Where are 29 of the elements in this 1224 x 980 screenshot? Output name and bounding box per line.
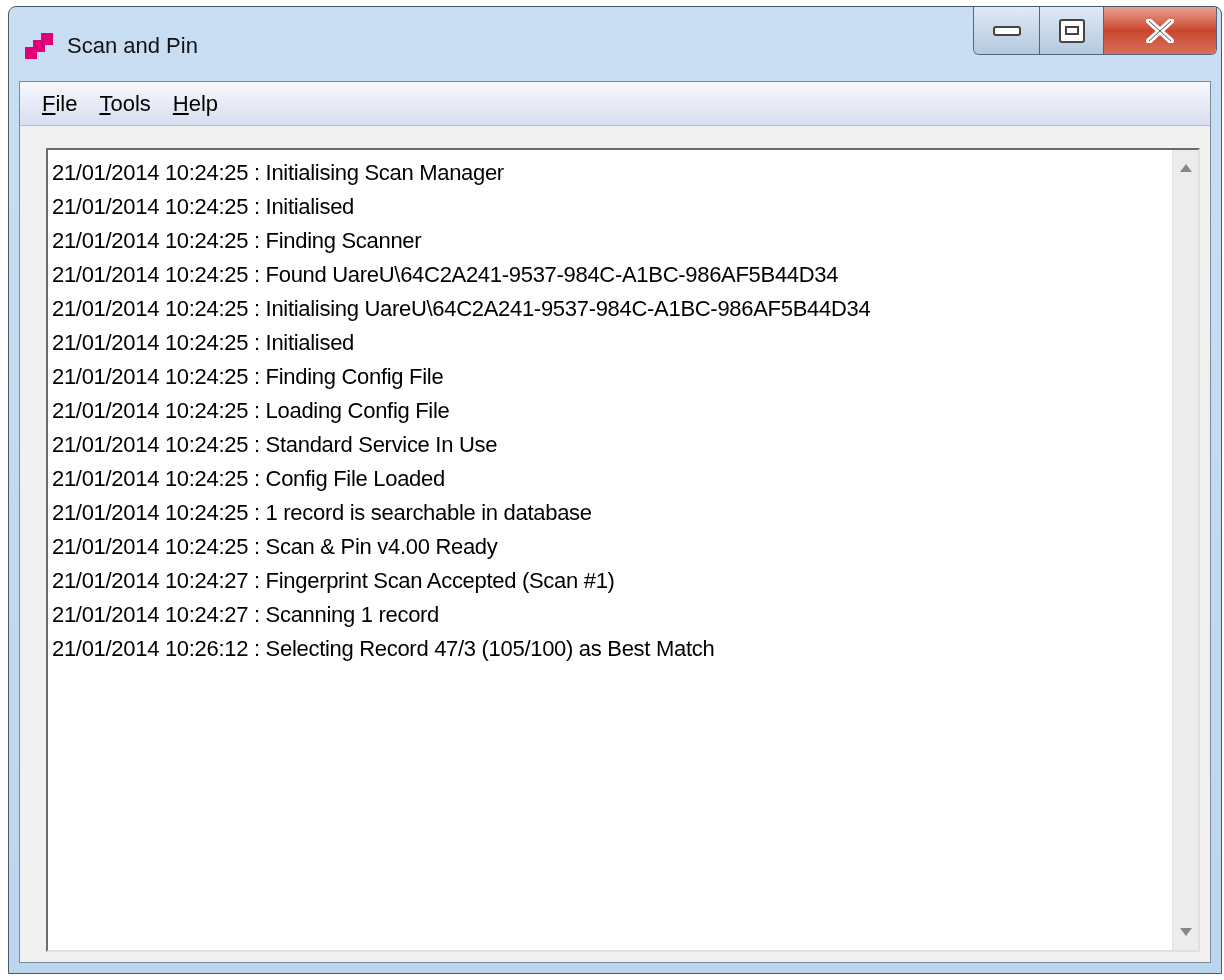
minimize-icon <box>992 25 1021 36</box>
log-line: 21/01/2014 10:24:27 : Fingerprint Scan Accepted (Scan #1) <box>52 567 615 595</box>
close-icon <box>1146 18 1174 43</box>
log-line: 21/01/2014 10:24:25 : Initialising UareU\64C2A241-9537-984C-A1BC-986AF5B44D34 <box>52 295 871 323</box>
vertical-scrollbar[interactable] <box>1172 150 1198 950</box>
app-icon <box>25 30 55 61</box>
scroll-down-icon[interactable] <box>1179 928 1192 936</box>
log-line: 21/01/2014 10:24:25 : Standard Service In Use <box>52 431 498 459</box>
maximize-button[interactable] <box>1040 7 1104 54</box>
log-line: 21/01/2014 10:24:25 : Finding Config File <box>52 363 444 391</box>
menu-item[interactable]: Help <box>172 87 219 120</box>
log-line: 21/01/2014 10:24:25 : Initialised <box>52 193 354 221</box>
log-line: 21/01/2014 10:24:25 : Initialising Scan Manager <box>52 159 504 187</box>
log-line: 21/01/2014 10:24:25 : 1 record is searchable in database <box>52 499 592 527</box>
scroll-up-icon[interactable] <box>1179 164 1192 172</box>
log-line: 21/01/2014 10:26:12 : Selecting Record 47/3 (105/100) as Best Match <box>52 635 715 663</box>
log-line: 21/01/2014 10:24:25 : Initialised <box>52 329 354 357</box>
window-title: Scan and Pin <box>67 32 198 60</box>
log-line: 21/01/2014 10:24:25 : Loading Config File <box>52 397 450 425</box>
log-line: 21/01/2014 10:24:25 : Found UareU\64C2A241-9537-984C-A1BC-986AF5B44D34 <box>52 261 839 289</box>
maximize-icon <box>1058 18 1085 43</box>
log-line: 21/01/2014 10:24:27 : Scanning 1 record <box>52 601 440 629</box>
log-line: 21/01/2014 10:24:25 : Finding Scanner <box>52 227 422 255</box>
log-line: 21/01/2014 10:24:25 : Config File Loaded <box>52 465 445 493</box>
minimize-button[interactable] <box>974 7 1040 54</box>
close-button[interactable] <box>1104 7 1216 54</box>
menu-item[interactable]: File <box>42 87 78 120</box>
log-line: 21/01/2014 10:24:25 : Scan & Pin v4.00 Ready <box>52 533 498 561</box>
menu-item[interactable]: Tools <box>99 87 151 120</box>
